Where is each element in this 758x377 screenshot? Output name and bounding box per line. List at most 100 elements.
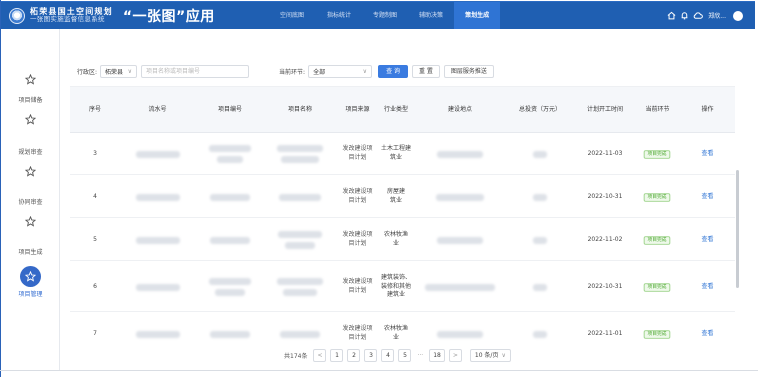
cell-start-date: 2022-11-01	[587, 329, 623, 337]
layer-push-button[interactable]: 图层服务推送	[443, 64, 494, 78]
avatar[interactable]	[733, 10, 743, 21]
cloud-icon[interactable]	[693, 11, 704, 20]
sidebar-item-project-management[interactable]: 项目管理	[1, 266, 60, 298]
cell-investment-redacted	[505, 313, 575, 341]
cell-serial-redacted	[120, 262, 195, 312]
sidebar-item-label: 项目生成	[18, 249, 43, 256]
cell-investment-redacted	[505, 176, 575, 218]
prev-page-button[interactable]: <	[313, 349, 327, 362]
status-badge: 项目完成	[644, 235, 671, 245]
cell-start-date: 2022-10-31	[587, 282, 623, 290]
page-size-select[interactable]: 10 条/页 ∨	[469, 349, 511, 362]
status-badge: 项目完成	[644, 329, 671, 339]
view-link[interactable]: 查看	[701, 236, 713, 245]
cell-status: 项目完成	[635, 262, 680, 312]
col-header: 项目名称	[287, 105, 312, 113]
cell-serial-redacted	[120, 313, 195, 341]
project-table: 序号 流水号 项目编号 项目名称 项目来源 行业类型 建设地点 总投资（万元） …	[70, 86, 735, 341]
cell-location-redacted	[415, 176, 505, 218]
table-row[interactable]: 6 发改建设项目计划 建筑装饰、装修和其他建筑业 2022-10-31 项目完成…	[70, 262, 735, 312]
stage-value: 全部	[313, 68, 326, 76]
page-size-value: 10 条/页	[474, 352, 499, 359]
cell-industry: 土木工程建筑业	[381, 145, 412, 161]
nav-item-planning-generation[interactable]: 策划生成	[454, 2, 501, 29]
org-title: 柘荣县国土空间规划 一张图实施监督信息系统	[30, 7, 113, 24]
star-icon	[21, 161, 41, 181]
cell-location-redacted	[415, 262, 505, 312]
cell-industry: 房屋建筑业	[386, 188, 405, 204]
next-page-button[interactable]: >	[448, 349, 462, 362]
table-row[interactable]: 7 发改建设项目计划 农林牧渔业 2022-11-01 项目完成 查看	[70, 313, 735, 341]
cell-no: 7	[93, 329, 97, 337]
cell-no: 3	[93, 149, 97, 157]
cell-start-date: 2022-11-02	[587, 235, 623, 243]
sidebar-item-plan-review[interactable]: 规划审查	[1, 145, 60, 181]
nav-item-basemap[interactable]: 空间底图	[269, 2, 315, 29]
star-icon	[21, 109, 41, 129]
col-header: 当前环节	[645, 105, 670, 113]
page-button[interactable]: 4	[381, 349, 395, 362]
page-ellipsis[interactable]: ···	[415, 352, 425, 359]
reset-button[interactable]: 重 置	[411, 64, 440, 78]
sidebar-item-project-generation[interactable]: 项目生成	[1, 245, 60, 256]
star-icon	[20, 266, 41, 287]
page-button[interactable]: 5	[398, 349, 412, 362]
nav-item-thematic-mapping[interactable]: 专题制图	[362, 2, 408, 29]
cell-action: 查看	[685, 133, 730, 175]
status-badge: 项目完成	[644, 282, 671, 292]
col-header: 项目编号	[217, 105, 242, 113]
cell-status: 项目完成	[635, 313, 680, 341]
cell-location-redacted	[415, 313, 505, 341]
table-row[interactable]: 3 发改建设项目计划 土木工程建筑业 2022-11-03 项目完成 查看	[70, 133, 735, 175]
nav-item-decision-support[interactable]: 辅助决策	[408, 2, 454, 29]
page-button[interactable]: 1	[330, 349, 344, 362]
cell-location-redacted	[415, 219, 505, 261]
table-row[interactable]: 4 发改建设项目计划 房屋建筑业 2022-10-31 项目完成 查看	[70, 176, 735, 218]
cell-source: 发改建设项目计划	[342, 231, 373, 247]
page-button-last[interactable]: 18	[429, 349, 445, 362]
sidebar-item-project-reserve[interactable]: 项目储备	[1, 93, 60, 129]
view-link[interactable]: 查看	[701, 330, 713, 339]
nav-item-indicator-stats[interactable]: 指标统计	[316, 2, 362, 29]
cell-status: 项目完成	[635, 133, 680, 175]
home-icon[interactable]	[667, 11, 676, 20]
stage-select[interactable]: 全部 ∨	[308, 64, 373, 78]
user-name[interactable]: 郑欣...	[708, 11, 726, 20]
cell-name-redacted	[265, 262, 335, 312]
view-link[interactable]: 查看	[701, 283, 713, 292]
col-header: 项目来源	[345, 105, 370, 113]
filter-bar: 行政区: 柘荣县 ∨ 项目名称或项目编号 当前环节: 全部 ∨ 查 询 重 置 …	[77, 64, 494, 78]
sidebar-item-top[interactable]	[1, 69, 60, 89]
bell-icon[interactable]	[680, 11, 689, 20]
cell-code-redacted	[195, 262, 265, 312]
region-select[interactable]: 柘荣县 ∨	[100, 64, 138, 78]
status-badge: 项目完成	[644, 149, 671, 159]
bottom-divider	[0, 370, 758, 371]
sidebar-item-collab-review[interactable]: 协同审查	[1, 195, 60, 231]
sidebar-item-label: 协同审查	[18, 199, 43, 206]
status-badge: 项目完成	[644, 192, 671, 202]
region-value: 柘荣县	[105, 68, 124, 76]
cell-action: 查看	[685, 176, 730, 218]
cell-no: 5	[93, 235, 97, 243]
star-icon	[21, 69, 41, 89]
cell-name-redacted	[265, 176, 335, 218]
page-button[interactable]: 2	[347, 349, 361, 362]
cell-serial-redacted	[120, 176, 195, 218]
page-button[interactable]: 3	[364, 349, 378, 362]
table-row[interactable]: 5 发改建设项目计划 农林牧渔业 2022-11-02 项目完成 查看	[70, 219, 735, 261]
table-header: 序号 流水号 项目编号 项目名称 项目来源 行业类型 建设地点 总投资（万元） …	[70, 86, 735, 133]
cell-start-date: 2022-11-03	[587, 149, 623, 157]
view-link[interactable]: 查看	[701, 150, 713, 159]
query-button[interactable]: 查 询	[378, 64, 408, 78]
app-title: “一张图”应用	[122, 8, 215, 25]
sidebar-item-label: 规划审查	[18, 149, 43, 156]
view-link[interactable]: 查看	[701, 193, 713, 202]
col-header: 计划开工时间	[586, 105, 623, 113]
cell-action: 查看	[685, 262, 730, 312]
cell-serial-redacted	[120, 219, 195, 261]
cell-name-redacted	[265, 133, 335, 175]
search-input[interactable]: 项目名称或项目编号	[141, 64, 250, 78]
table-scrollbar[interactable]	[736, 170, 739, 288]
cell-source: 发改建设项目计划	[342, 188, 373, 204]
